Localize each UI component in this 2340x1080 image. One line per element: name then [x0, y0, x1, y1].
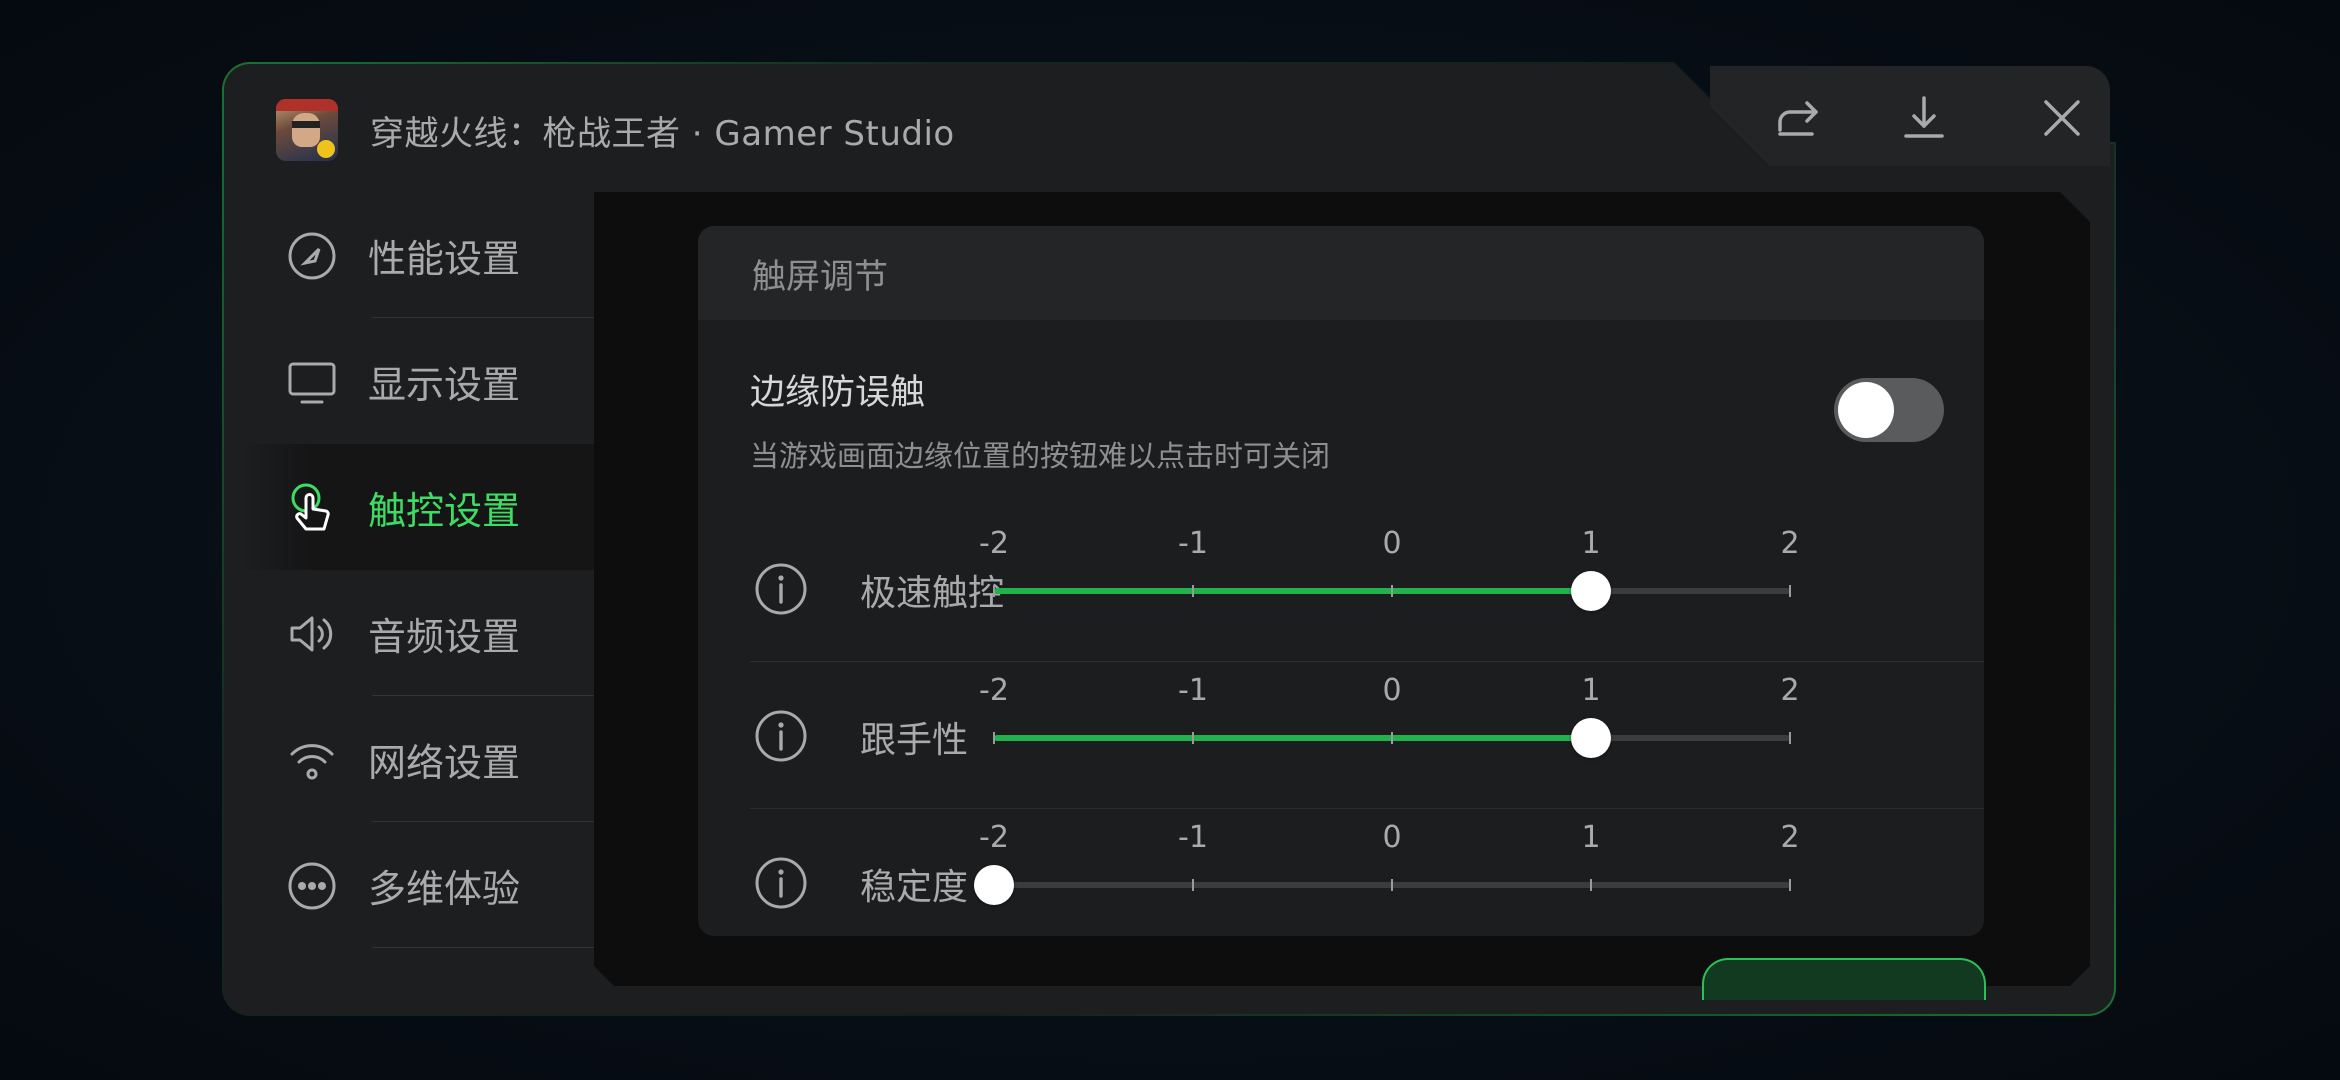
slider-track[interactable]	[974, 865, 1791, 905]
tick-label: 1	[1581, 526, 1601, 561]
slider-track[interactable]	[993, 571, 1791, 611]
slider-tick-mark	[1590, 879, 1592, 891]
tick-label: 0	[1382, 820, 1402, 855]
tick-label: -1	[1178, 673, 1208, 708]
tick-label: 1	[1581, 820, 1601, 855]
more-icon	[288, 862, 336, 910]
slider-track[interactable]	[993, 718, 1791, 758]
info-icon[interactable]	[754, 562, 808, 616]
touch-settings-card: 触屏调节 边缘防误触 当游戏画面边缘位置的按钮难以点击时可关闭 极速触控 -2 -1…	[698, 226, 1984, 936]
share-icon	[1778, 101, 1818, 136]
sidebar: 性能设置 显示设置 触控设置 音频设置 网络设置 多维体验	[240, 192, 594, 948]
slider-tick-mark	[1789, 732, 1791, 744]
slider-tick-mark	[993, 585, 995, 597]
slider-label: 跟手性	[860, 720, 969, 761]
toggle-knob	[1838, 382, 1894, 438]
slider-tick-mark	[1391, 879, 1393, 891]
close-button[interactable]	[2030, 86, 2094, 150]
slider-tick-mark	[1391, 585, 1393, 597]
divider	[750, 808, 1984, 809]
touch-icon	[291, 483, 330, 531]
speedometer-icon	[288, 232, 336, 280]
edge-guard-description: 当游戏画面边缘位置的按钮难以点击时可关闭	[750, 439, 1331, 473]
speaker-icon	[290, 616, 333, 652]
info-icon[interactable]	[754, 709, 808, 763]
download-icon	[1904, 96, 1944, 138]
sidebar-item-touch[interactable]: 触控设置	[240, 444, 594, 570]
slider-tick-mark	[1789, 879, 1791, 891]
tick-label: 2	[1780, 673, 1800, 708]
sidebar-item-label: 多维体验	[368, 866, 521, 911]
slider-thumb[interactable]	[974, 865, 1014, 905]
slider-tick-labels: -2 -1 0 1 2	[979, 526, 1800, 566]
sidebar-item-audio[interactable]: 音频设置	[240, 570, 594, 696]
slider-tick-mark	[993, 732, 995, 744]
edge-guard-toggle[interactable]	[1834, 378, 1944, 442]
tick-label: 2	[1780, 526, 1800, 561]
slider-tick-mark	[1391, 732, 1393, 744]
tick-label: -1	[1178, 526, 1208, 561]
tick-label: 0	[1382, 673, 1402, 708]
slider-thumb[interactable]	[1571, 718, 1611, 758]
slider-tick-mark	[1192, 879, 1194, 891]
slider-label: 稳定度	[860, 867, 969, 908]
tick-label: -2	[979, 526, 1009, 561]
game-app-icon	[276, 99, 338, 161]
tick-label: 0	[1382, 526, 1402, 561]
app-title-row: 穿越火线：枪战王者 · Gamer Studio	[276, 96, 955, 164]
tick-label: 2	[1780, 820, 1800, 855]
confirm-button[interactable]	[1702, 958, 1986, 1000]
share-button[interactable]	[1766, 86, 1830, 150]
info-icon[interactable]	[754, 856, 808, 910]
slider-tick-labels: -2 -1 0 1 2	[979, 673, 1800, 713]
slider-label: 极速触控	[860, 573, 1005, 614]
slider-tick-mark	[1192, 585, 1194, 597]
slider-tick-mark	[1789, 585, 1791, 597]
slider-tick-mark	[1192, 732, 1194, 744]
sidebar-item-label: 显示设置	[368, 362, 521, 407]
wifi-icon	[290, 744, 334, 780]
divider	[750, 661, 1984, 662]
sidebar-item-label: 性能设置	[368, 236, 521, 281]
divider	[372, 947, 594, 948]
slider-thumb[interactable]	[1571, 571, 1611, 611]
monitor-icon	[288, 362, 336, 404]
tick-label: -2	[979, 673, 1009, 708]
close-icon	[2044, 100, 2080, 136]
sidebar-item-multi-experience[interactable]: 多维体验	[240, 822, 594, 948]
tick-label: -1	[1178, 820, 1208, 855]
slider-tick-labels: -2 -1 0 1 2	[979, 820, 1800, 860]
section-title: 触屏调节	[698, 226, 1984, 320]
sidebar-item-label: 网络设置	[368, 740, 521, 785]
slider-fill	[994, 588, 1591, 594]
slider-row: 稳定度 -2 -1 0 1 2	[750, 810, 1984, 936]
download-button[interactable]	[1892, 86, 1956, 150]
tick-label: -2	[979, 820, 1009, 855]
sidebar-item-performance[interactable]: 性能设置	[240, 192, 594, 318]
slider-row: 跟手性 -2 -1 0 1 2	[750, 663, 1984, 809]
slider-row: 极速触控 -2 -1 0 1 2	[750, 516, 1984, 662]
edge-guard-title: 边缘防误触	[750, 373, 926, 413]
sidebar-item-display[interactable]: 显示设置	[240, 318, 594, 444]
sidebar-item-label: 音频设置	[368, 614, 521, 659]
sidebar-item-network[interactable]: 网络设置	[240, 696, 594, 822]
slider-fill	[994, 735, 1591, 741]
sidebar-item-label: 触控设置	[368, 488, 521, 533]
tick-label: 1	[1581, 673, 1601, 708]
app-title: 穿越火线：枪战王者 · Gamer Studio	[370, 113, 955, 154]
edge-guard-setting: 边缘防误触 当游戏画面边缘位置的按钮难以点击时可关闭	[750, 364, 1950, 475]
